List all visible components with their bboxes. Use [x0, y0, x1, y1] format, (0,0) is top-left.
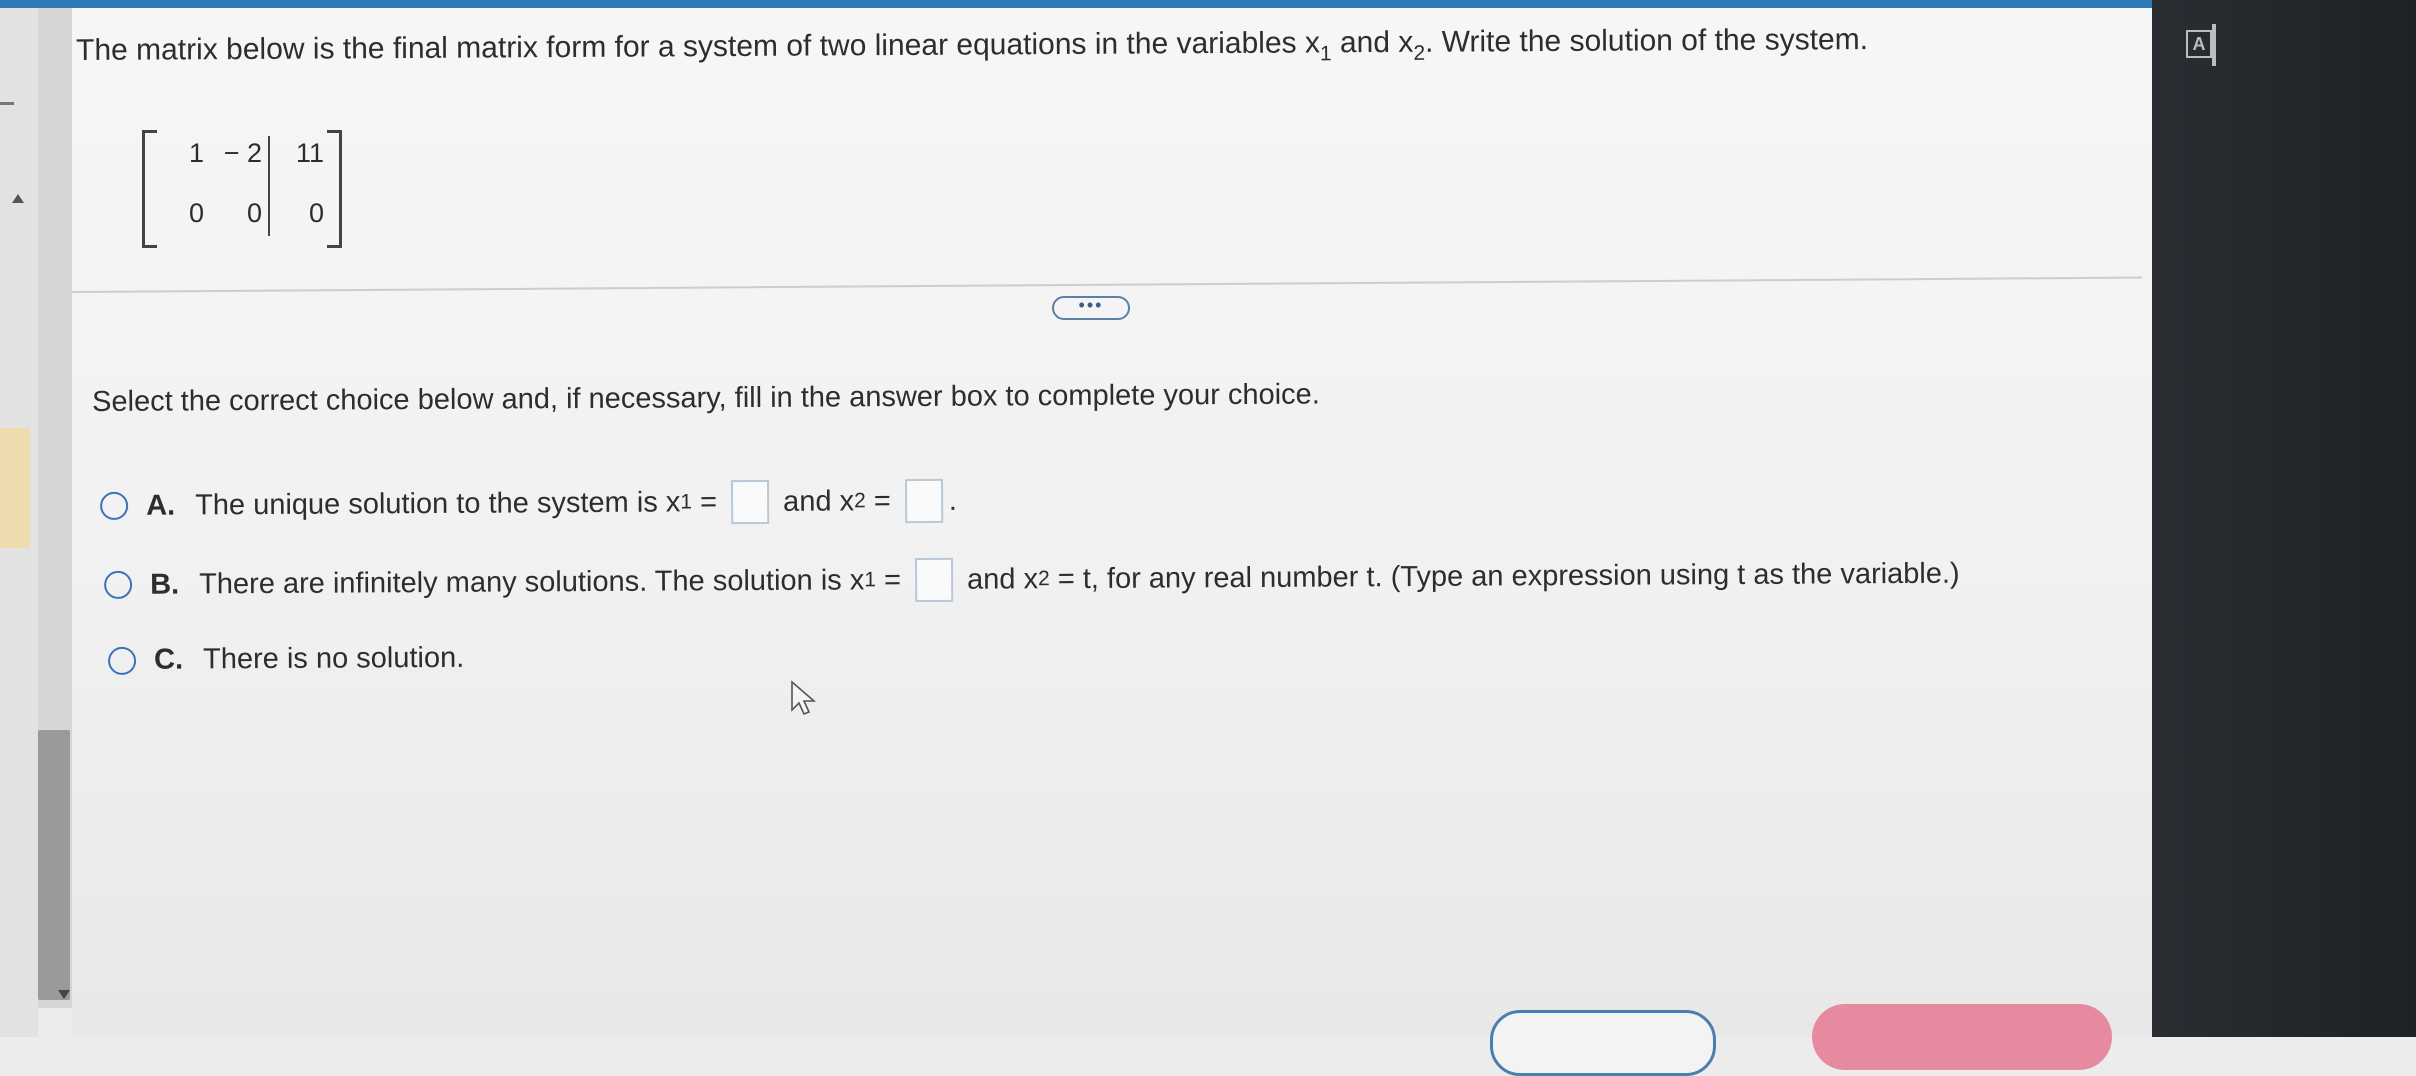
- question-sub1: 1: [1319, 42, 1332, 66]
- choice-b-text3: and x: [958, 562, 1039, 596]
- choice-a-text1: The unique solution to the system is x: [195, 485, 681, 521]
- matrix-cell: 1: [188, 138, 204, 168]
- matrix-right-bracket: [327, 130, 342, 248]
- answer-box-a-x1[interactable]: [730, 479, 770, 525]
- choice-b-text2: =: [875, 563, 910, 596]
- matrix-cell: 11: [295, 138, 324, 168]
- choice-a-sub2: 2: [854, 489, 866, 513]
- radio-b-icon[interactable]: [104, 570, 133, 599]
- collapse-arrow-icon[interactable]: [12, 194, 24, 203]
- more-options-button[interactable]: •••: [1052, 296, 1130, 320]
- choice-b-letter: B.: [150, 568, 180, 601]
- question-part3: . Write the solution of the system.: [1424, 23, 1869, 59]
- question-part1: The matrix below is the final matrix for…: [76, 26, 1321, 67]
- augmented-matrix: 1 − 2 11 0 0 0: [142, 130, 342, 248]
- choice-a-text2: =: [691, 485, 726, 518]
- scrollbar-thumb[interactable]: [38, 730, 70, 1000]
- choice-b-text1: There are infinitely many solutions. The…: [199, 563, 865, 600]
- choice-a-sub1: 1: [680, 490, 693, 514]
- matrix-cell: 0: [246, 198, 262, 228]
- check-answer-button[interactable]: [1812, 1004, 2112, 1070]
- right-dark-area: [2152, 0, 2416, 1037]
- mouse-pointer-icon: [791, 680, 817, 716]
- text-cursor-icon: [2212, 24, 2216, 66]
- secondary-bottom-button[interactable]: [1490, 1010, 1716, 1076]
- answer-box-b-x1[interactable]: [914, 557, 954, 603]
- radio-a-icon[interactable]: [100, 491, 129, 520]
- accessibility-icon-box: A: [2186, 30, 2212, 58]
- choice-c-letter: C.: [153, 643, 184, 676]
- radio-c-icon[interactable]: [108, 646, 137, 675]
- choice-b-sub1: 1: [864, 568, 877, 592]
- left-sidebar: [0, 8, 38, 1037]
- choice-a-letter: A.: [146, 489, 176, 522]
- matrix-cell: − 2: [223, 138, 262, 168]
- matrix-cell: 0: [308, 198, 324, 228]
- answer-box-a-x2[interactable]: [904, 478, 943, 524]
- choice-a[interactable]: A. The unique solution to the system is …: [100, 478, 957, 528]
- choice-a-text5: .: [948, 484, 957, 517]
- sidebar-highlight: [0, 428, 30, 548]
- choice-b-text4: = t, for any real number t. (Type an exp…: [1049, 557, 1960, 595]
- accessibility-icon[interactable]: A: [2186, 24, 2220, 66]
- top-bar: [0, 0, 2416, 8]
- matrix-left-bracket: [142, 130, 157, 248]
- choice-a-text3: and x: [774, 484, 855, 518]
- scroll-down-arrow-icon[interactable]: [58, 990, 70, 999]
- matrix-augment-line: [268, 136, 270, 236]
- sidebar-tick: [0, 102, 14, 105]
- choice-a-text4: =: [865, 484, 899, 517]
- matrix-cell: 0: [188, 198, 204, 228]
- question-part2: and x: [1331, 25, 1414, 60]
- choice-b-sub2: 2: [1037, 567, 1050, 591]
- choice-c-text1: There is no solution.: [202, 641, 465, 676]
- choice-c[interactable]: C. There is no solution.: [108, 642, 464, 677]
- question-sub2: 2: [1413, 41, 1426, 65]
